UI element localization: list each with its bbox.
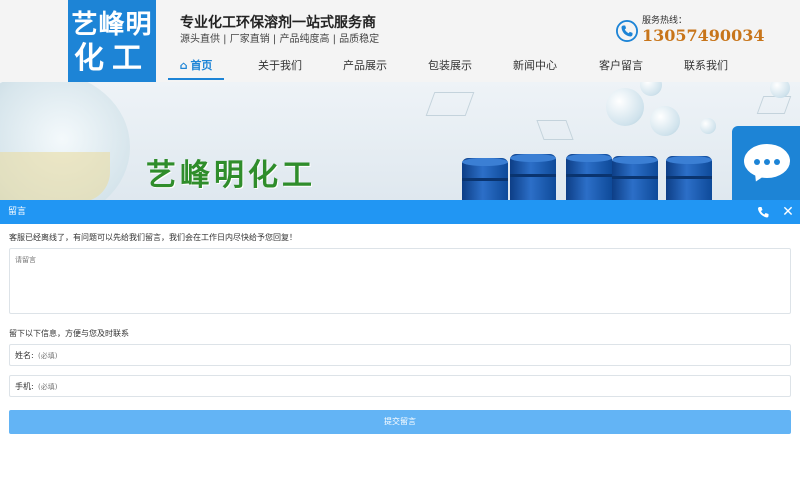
name-field[interactable]: 姓名: [9, 344, 791, 366]
blue-barrel [566, 154, 612, 200]
phone-field[interactable]: 手机: [9, 375, 791, 397]
chat-bubble-icon [744, 144, 790, 178]
phone-label: 手机: [15, 382, 34, 391]
nav-item-guestbook[interactable]: 客户留言 [581, 56, 661, 80]
home-icon: ⌂ [179, 59, 188, 72]
nav-item-label: 首页 [190, 59, 213, 72]
molecule-sphere [640, 82, 662, 96]
chat-dot [764, 159, 770, 165]
floating-chat-button[interactable] [732, 126, 800, 200]
name-input[interactable] [38, 348, 778, 363]
molecule-sphere [606, 88, 644, 126]
hotline-number: 13057490034 [642, 26, 765, 45]
blue-barrel [462, 158, 508, 200]
site-tagline: 源头直供 | 厂家直销 | 产品纯度高 | 品质稳定 [180, 34, 380, 45]
message-textarea[interactable] [9, 248, 791, 314]
nav-item-home[interactable]: ⌂ 首页 [168, 56, 224, 80]
chat-dot [754, 159, 760, 165]
nav-item-about[interactable]: 关于我们 [240, 56, 320, 80]
offline-notice: 客服已经离线了，有问题可以先给我们留言，我们会在工作日内尽快给予您回复！ [9, 233, 297, 242]
name-label: 姓名: [15, 351, 34, 360]
logo-line-2: 化工 [74, 41, 150, 76]
blue-barrel [510, 154, 556, 200]
contact-hint: 留下以下信息，方便与您及时联系 [9, 329, 129, 338]
hero-banner: 艺峰明化工 [0, 82, 800, 200]
phone-icon[interactable] [757, 206, 769, 218]
phone-icon [616, 20, 638, 42]
message-panel-header: 留言 ✕ [0, 200, 800, 224]
site-header: 艺峰明 化工 专业化工环保溶剂一站式服务商 源头直供 | 厂家直销 | 产品纯度… [0, 0, 800, 82]
molecule-sphere [700, 118, 716, 134]
chat-dot [774, 159, 780, 165]
nav-item-products[interactable]: 产品展示 [325, 56, 405, 80]
panel-title: 留言 [8, 207, 27, 217]
phone-input[interactable] [38, 379, 778, 394]
nav-item-contact[interactable]: 联系我们 [666, 56, 746, 80]
molecule-sphere [650, 106, 680, 136]
molecule-line [425, 92, 475, 116]
nav-item-packaging[interactable]: 包装展示 [410, 56, 490, 80]
logo-line-1: 艺峰明 [71, 10, 153, 40]
close-icon[interactable]: ✕ [782, 205, 794, 219]
molecule-line [756, 96, 792, 114]
blue-barrel [666, 156, 712, 200]
banner-title: 艺峰明化工 [146, 158, 316, 193]
logo[interactable]: 艺峰明 化工 [68, 0, 156, 82]
submit-message-button[interactable]: 提交留言 [9, 410, 791, 434]
blue-barrel [612, 156, 658, 200]
nav-item-news[interactable]: 新闻中心 [495, 56, 575, 80]
liquid-image [0, 152, 110, 200]
molecule-line [536, 120, 574, 140]
main-nav: ⌂ 首页 关于我们 产品展示 包装展示 新闻中心 客户留言 联系我们 [168, 56, 748, 80]
message-panel: 客服已经离线了，有问题可以先给我们留言，我们会在工作日内尽快给予您回复！ 留下以… [0, 224, 800, 500]
site-slogan: 专业化工环保溶剂一站式服务商 [180, 15, 376, 31]
